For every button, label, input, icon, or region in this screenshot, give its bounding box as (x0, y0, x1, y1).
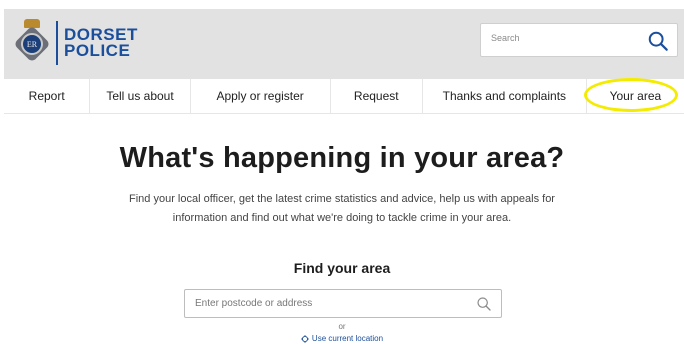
or-separator: or (338, 322, 346, 331)
nav-item-tell-us-about[interactable]: Tell us about (90, 79, 191, 113)
current-location-label: Use current location (311, 334, 384, 343)
badge-monogram: ER (21, 33, 43, 55)
site-logo[interactable]: ER DORSET POLICE (13, 19, 138, 67)
nav-item-thanks-and-complaints[interactable]: Thanks and complaints (423, 79, 587, 113)
header-search-input[interactable] (489, 32, 643, 44)
nav-item-request[interactable]: Request (331, 79, 423, 113)
nav-item-your-area[interactable]: Your area (587, 79, 684, 113)
page-title: What's happening in your area? (119, 142, 565, 174)
header-search-box (480, 23, 678, 57)
logo-divider (56, 21, 58, 65)
location-target-icon (300, 334, 309, 343)
logo-wordmark: DORSET POLICE (64, 26, 138, 60)
site-header: ER DORSET POLICE (4, 9, 684, 79)
intro-text: Find your local officer, get the latest … (129, 193, 555, 224)
address-search-box (184, 289, 502, 318)
logo-line-2: POLICE (64, 41, 131, 60)
search-icon[interactable] (476, 296, 492, 312)
nav-item-report[interactable]: Report (4, 79, 91, 113)
postcode-address-input[interactable] (193, 297, 467, 310)
police-badge-icon: ER (13, 19, 51, 67)
use-current-location-link[interactable]: Use current location (0, 334, 684, 343)
search-icon[interactable] (647, 30, 669, 52)
find-area-title: Find your area (293, 260, 391, 276)
nav-item-apply-or-register[interactable]: Apply or register (191, 79, 331, 113)
main-navigation: Report Tell us about Apply or register R… (4, 79, 684, 114)
